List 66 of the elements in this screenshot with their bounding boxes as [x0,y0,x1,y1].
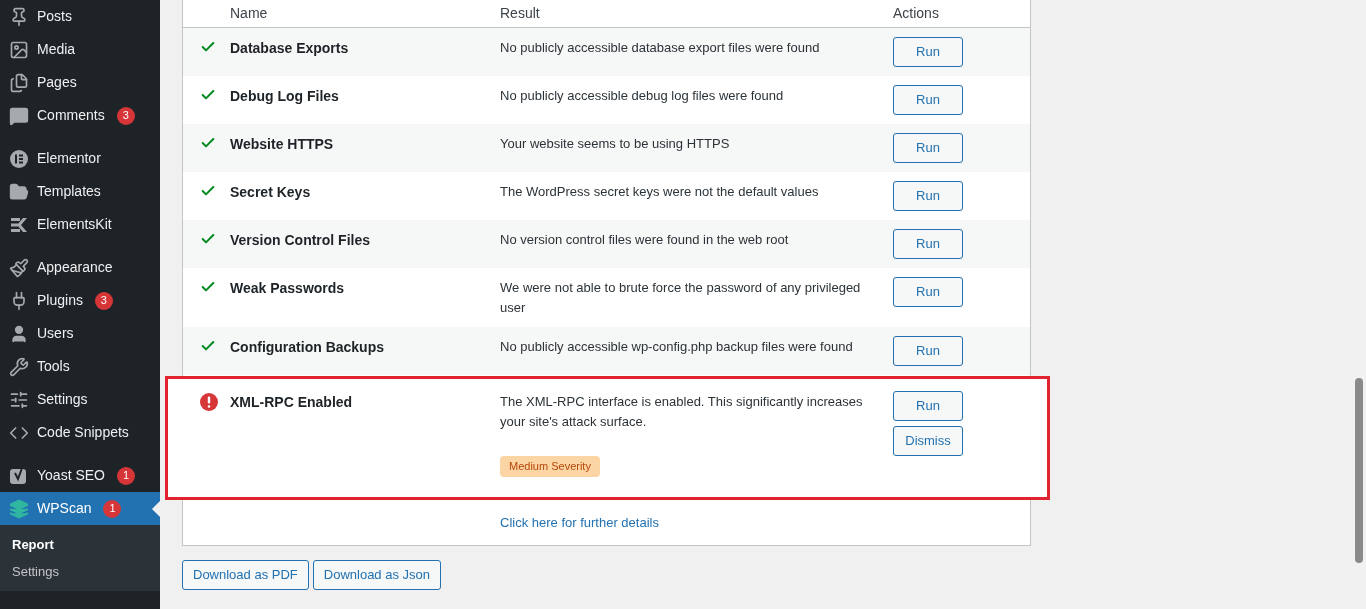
action-button[interactable]: Run [893,85,963,115]
sidebar-item[interactable]: Comments 3 [0,99,160,132]
column-header: Name [230,4,269,23]
pin-icon [9,6,29,27]
action-button[interactable]: Run [893,181,963,211]
sidebar-item[interactable]: ElementsKit [0,208,160,241]
check-name: Secret Keys [230,183,312,202]
submenu-item[interactable]: Report [0,531,160,558]
check-name: Debug Log Files [230,87,340,106]
count-badge: 1 [103,499,122,518]
action-button[interactable]: Run [893,37,963,67]
sidebar-item[interactable]: Media [0,33,160,66]
action-button[interactable]: Run [893,133,963,163]
check-name: XML-RPC Enabled [230,393,354,412]
count-badge: 3 [116,106,135,125]
column-header: Result [500,4,541,23]
sidebar-item[interactable]: WPScan 1 [0,492,160,525]
paintbrush-icon [9,257,29,278]
media-icon [9,39,29,60]
sidebar-item[interactable]: Plugins 3 [0,284,160,317]
result-text: We were not able to brute force the password of any privileged user [500,279,862,317]
action-button[interactable]: Run [893,336,963,366]
result-text: No publicly accessible wp-config.php backup files were found [500,338,853,356]
action-button[interactable]: Run [893,391,963,421]
result-text: No version control files were found in the web root [500,231,789,249]
sidebar-item[interactable]: Code Snippets [0,416,160,449]
submenu-item[interactable]: Settings [0,558,160,585]
check-name: Version Control Files [230,231,372,250]
sidebar-item[interactable]: Elementor [0,142,160,175]
scrollbar-thumb[interactable] [1355,378,1363,563]
folder-icon [9,181,29,202]
layers-icon [9,498,29,519]
check-name: Configuration Backups [230,338,385,357]
action-button[interactable]: Run [893,277,963,307]
result-text: The WordPress secret keys were not the default values [500,183,819,201]
sidebar-item[interactable]: Templates [0,175,160,208]
sidebar-item[interactable]: Settings [0,383,160,416]
check-name: Website HTTPS [230,135,335,154]
count-badge: 3 [94,291,113,310]
sidebar-item[interactable]: Users [0,317,160,350]
speech-bubble-icon [9,105,29,126]
pages-icon [9,72,29,93]
sidebar-item[interactable]: Pages [0,66,160,99]
column-header: Actions [893,4,939,23]
sidebar-item[interactable]: Appearance [0,251,160,284]
download-button[interactable]: Download as PDF [182,560,309,590]
result-text: No publicly accessible debug log files were found [500,87,784,105]
result-text: No publicly accessible database export files were found [500,39,820,57]
result-text: The XML-RPC interface is enabled. This significantly increases your site's attack surface. [500,393,864,431]
sidebar-item[interactable]: Posts [0,0,160,33]
wrench-icon [9,356,29,377]
error-icon [200,393,218,411]
sliders-icon [9,389,29,410]
result-text: Your website seems to be using HTTPS [500,135,730,153]
action-button[interactable]: Run [893,229,963,259]
action-button[interactable]: Dismiss [893,426,963,456]
severity-badge: Medium Severity [500,456,600,477]
check-name: Database Exports [230,39,350,58]
sidebar-item[interactable]: Tools [0,350,160,383]
user-icon [9,323,29,344]
sidebar-item[interactable]: Yoast SEO 1 [0,459,160,492]
details-link[interactable]: Click here for further details [500,513,1030,533]
download-button[interactable]: Download as Json [312,560,441,590]
count-badge: 1 [117,466,135,485]
check-name: Weak Passwords [230,279,346,298]
elementor-icon [9,148,29,169]
